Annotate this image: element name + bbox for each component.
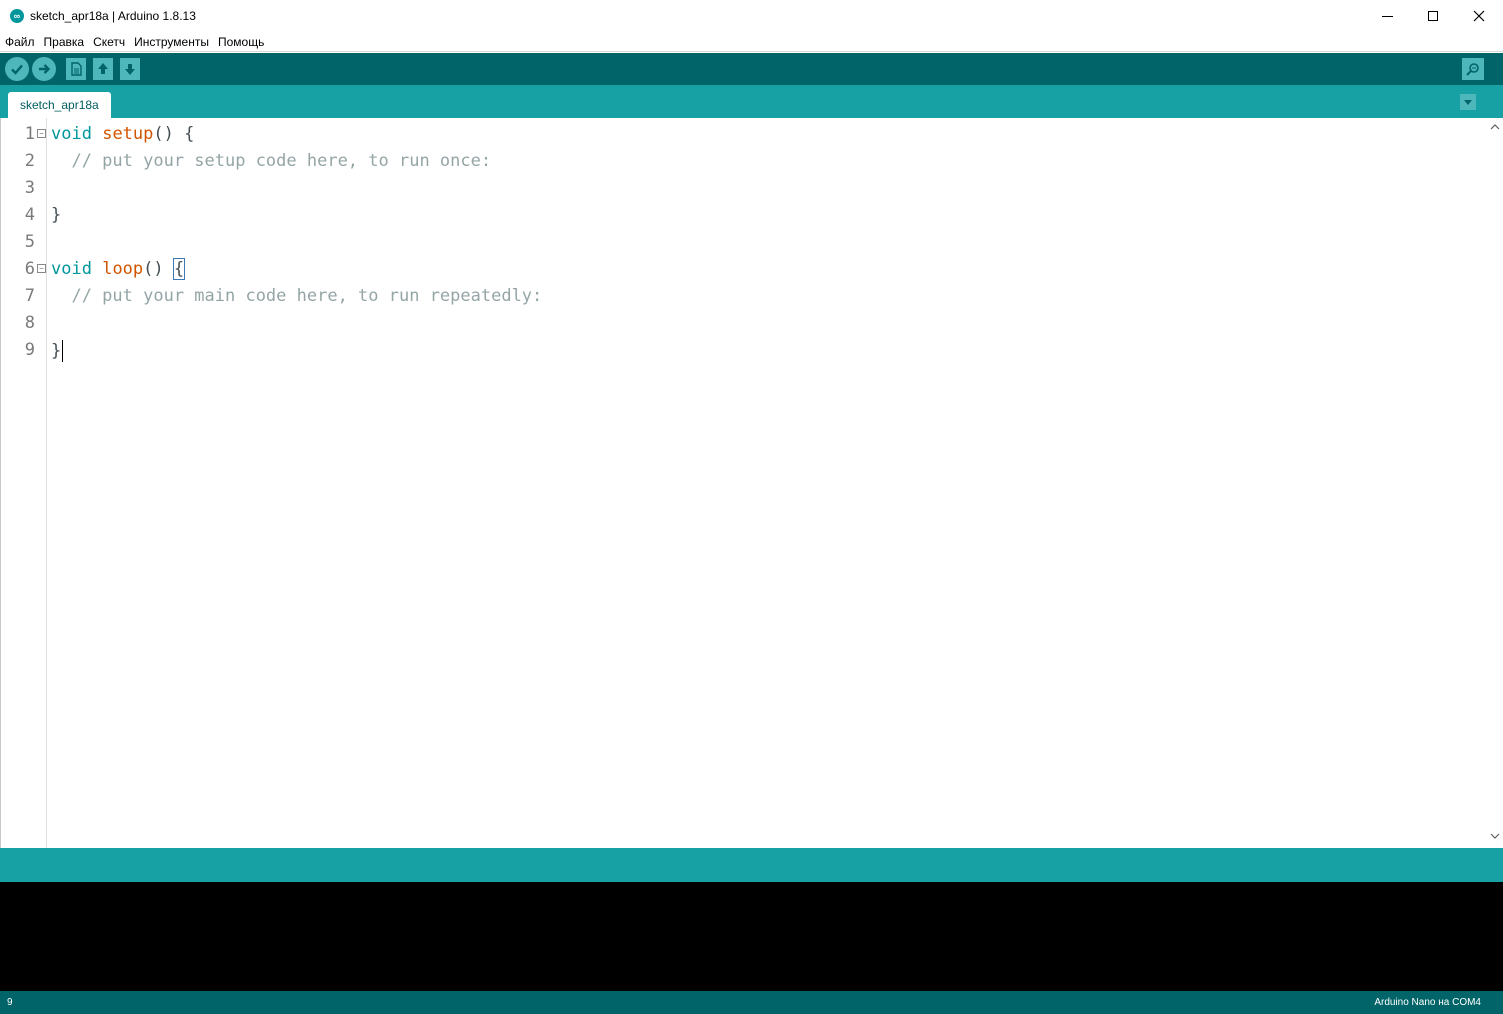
keyword: void: [51, 124, 92, 144]
code-text: }: [51, 341, 62, 361]
code-line-9: }: [51, 340, 64, 362]
tab-menu-icon: [1464, 100, 1472, 105]
serial-monitor-button[interactable]: [1462, 58, 1484, 80]
menu-file[interactable]: Файл: [5, 35, 35, 49]
line-number: 8: [24, 313, 35, 333]
function-name: loop: [102, 259, 144, 279]
window-title: sketch_apr18a | Arduino 1.8.13: [30, 9, 196, 23]
maximize-icon: [1428, 11, 1438, 21]
menu-sketch[interactable]: Скетч: [93, 35, 125, 49]
title-bar: ∞ sketch_apr18a | Arduino 1.8.13: [0, 0, 1503, 32]
code-line-2: // put your setup code here, to run once…: [51, 151, 492, 171]
message-bar: [0, 848, 1503, 882]
line-number: 4: [24, 205, 35, 225]
new-button[interactable]: [66, 58, 86, 80]
scroll-down-icon[interactable]: [1489, 830, 1501, 842]
minimize-button[interactable]: [1364, 0, 1410, 32]
line-gutter: 1 − 2 3 4 5 6 − 7 8 9: [1, 118, 47, 848]
code-line-4: }: [51, 205, 62, 225]
code-line-1: void setup() {: [51, 124, 194, 144]
status-line-number: 9: [7, 997, 13, 1008]
line-number: 7: [24, 286, 35, 306]
menu-help[interactable]: Помощь: [218, 35, 264, 49]
upload-icon: [39, 64, 51, 74]
scroll-up-icon[interactable]: [1489, 121, 1501, 133]
code-editor[interactable]: 1 − 2 3 4 5 6 − 7 8 9 void setup() { // …: [0, 118, 1503, 848]
new-icon: [71, 62, 82, 76]
close-button[interactable]: [1456, 0, 1502, 32]
toolbar: [0, 53, 1503, 85]
function-name: setup: [102, 124, 154, 144]
keyword: void: [51, 259, 92, 279]
verify-button[interactable]: [5, 57, 29, 81]
menu-tools[interactable]: Инструменты: [134, 35, 209, 49]
upload-button[interactable]: [32, 57, 56, 81]
save-button[interactable]: [120, 58, 140, 80]
close-icon: [1473, 10, 1485, 22]
tab-menu-button[interactable]: [1460, 94, 1476, 110]
line-number: 2: [24, 151, 35, 171]
line-number: 9: [24, 340, 35, 360]
status-board-port: Arduino Nano на COM4: [1374, 997, 1481, 1008]
minimize-icon: [1381, 15, 1393, 17]
line-number: 5: [24, 232, 35, 252]
maximize-button[interactable]: [1410, 0, 1456, 32]
menu-bar: Файл Правка Скетч Инструменты Помощь: [0, 32, 1503, 52]
code-line-7: // put your main code here, to run repea…: [51, 286, 543, 306]
fold-icon[interactable]: −: [37, 129, 46, 138]
line-number: 1: [24, 124, 35, 144]
fold-icon[interactable]: −: [37, 264, 46, 273]
verify-icon: [11, 64, 23, 75]
matched-bracket: {: [172, 258, 186, 280]
vertical-scrollbar[interactable]: [1486, 118, 1503, 848]
text-caret: [62, 340, 64, 362]
code-text: (): [143, 259, 174, 279]
code-line-6: void loop() {: [51, 258, 186, 280]
menu-edit[interactable]: Правка: [44, 35, 85, 49]
serial-monitor-icon: [1466, 63, 1479, 76]
open-icon: [98, 63, 108, 74]
tab-strip: sketch_apr18a: [0, 85, 1503, 118]
line-number: 3: [24, 178, 35, 198]
status-bar: 9 Arduino Nano на COM4: [0, 991, 1503, 1014]
arduino-icon: ∞: [10, 9, 24, 23]
open-button[interactable]: [93, 58, 113, 80]
line-number: 6: [24, 259, 35, 279]
save-icon: [125, 64, 135, 75]
code-text: () {: [153, 124, 195, 144]
console-output[interactable]: [0, 882, 1503, 991]
tab-sketch[interactable]: sketch_apr18a: [8, 92, 111, 118]
